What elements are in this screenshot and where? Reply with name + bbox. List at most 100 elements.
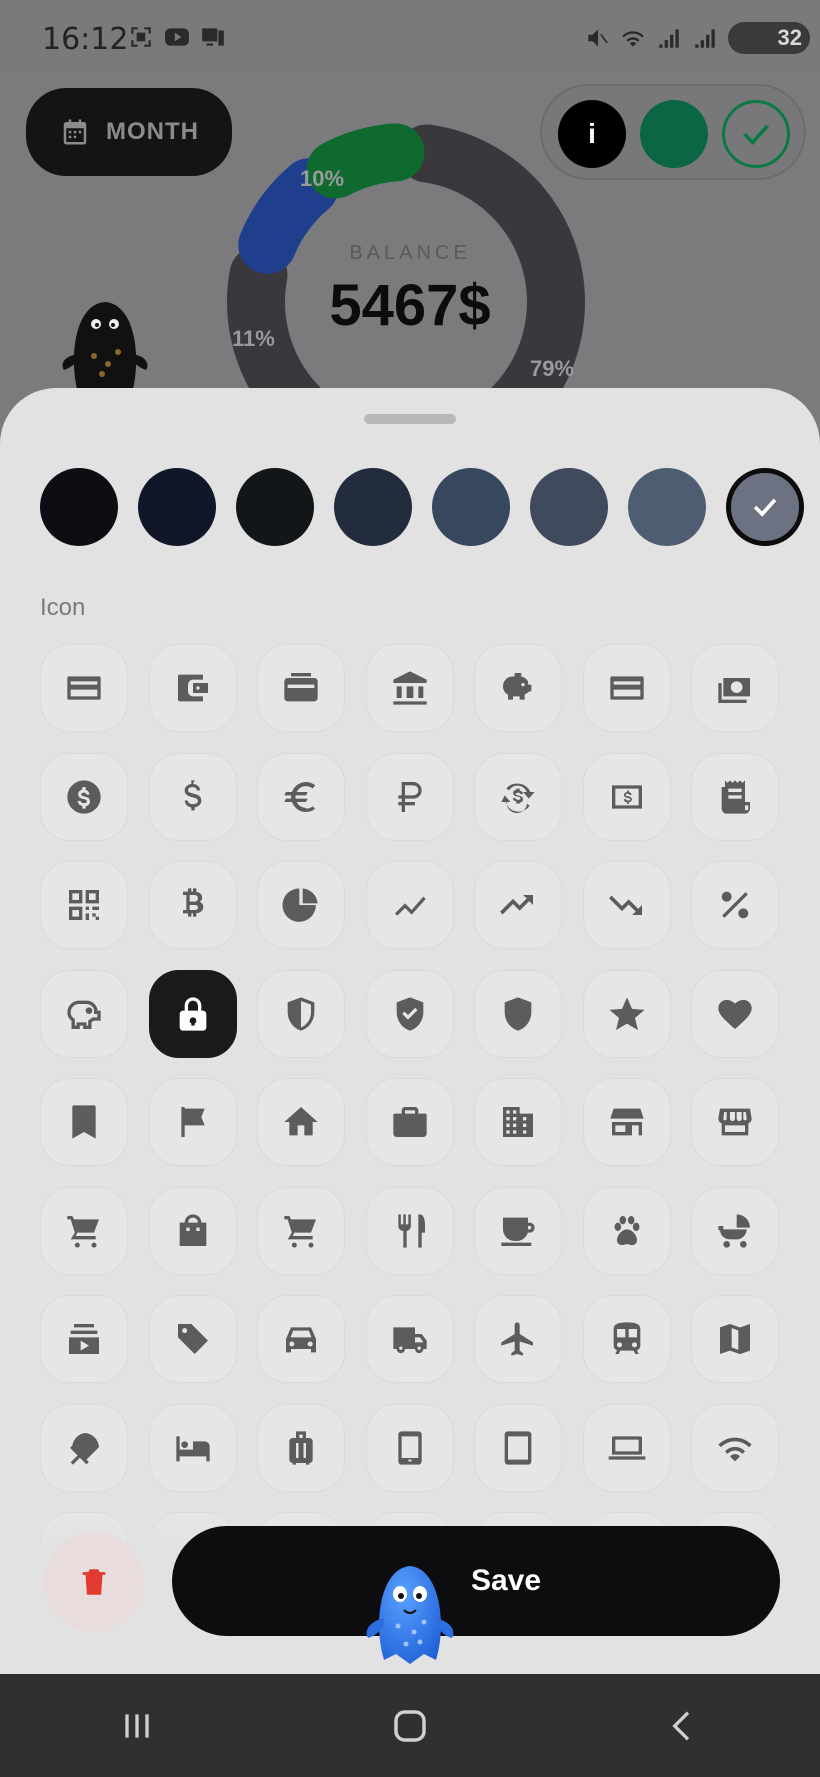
cart-icon (284, 1215, 316, 1248)
bookmark-icon (72, 1105, 96, 1139)
tag-icon (177, 1324, 208, 1354)
icon-option-smartphone[interactable] (365, 1403, 454, 1492)
icon-option-line-chart[interactable] (365, 861, 454, 949)
color-swatch[interactable] (530, 468, 608, 546)
home-button[interactable] (350, 1686, 470, 1766)
calendar-icon (63, 119, 87, 145)
icon-option-car[interactable] (257, 1295, 345, 1383)
icon-option-shopping-bag[interactable] (148, 1186, 237, 1275)
icon-option-cash[interactable] (582, 752, 671, 841)
icon-option-paw[interactable] (582, 1186, 671, 1275)
home-icon (394, 1709, 426, 1742)
icon-option-train[interactable] (582, 1295, 671, 1383)
icon-option-money-stack[interactable] (691, 644, 779, 732)
check-toggle[interactable] (722, 100, 790, 168)
icon-option-ruble[interactable] (365, 752, 454, 841)
recents-button[interactable] (77, 1686, 197, 1766)
icon-option-card[interactable] (582, 644, 671, 732)
color-swatch[interactable] (40, 468, 118, 546)
icon-option-stroller[interactable] (691, 1186, 779, 1275)
dollar-circle-icon (67, 779, 101, 814)
status-right-icons: 32 (584, 22, 810, 54)
icon-option-map[interactable] (691, 1295, 779, 1383)
icon-option-savings[interactable] (40, 969, 128, 1058)
qr-code-icon (69, 890, 99, 920)
icon-option-shopping-cart[interactable] (40, 1186, 128, 1275)
icon-section-label: Icon (40, 594, 86, 621)
icon-option-heart[interactable] (691, 969, 779, 1058)
icon-option-lock[interactable] (148, 969, 237, 1058)
icon-option-bookmark[interactable] (40, 1078, 128, 1166)
icon-option-tag[interactable] (148, 1295, 237, 1383)
icon-option-wifi[interactable] (691, 1403, 779, 1492)
icon-option-bank[interactable] (365, 644, 454, 732)
icon-option-coffee[interactable] (474, 1186, 562, 1275)
icon-option-storefront[interactable] (691, 1078, 779, 1166)
icon-option-tablet[interactable] (474, 1403, 562, 1492)
star-icon (609, 996, 644, 1030)
storefront-icon (718, 1108, 752, 1136)
check-icon (743, 124, 770, 145)
icon-option-laptop[interactable] (582, 1403, 671, 1492)
back-icon (672, 1710, 690, 1741)
icon-option-shield[interactable] (474, 969, 562, 1058)
icon-option-bitcoin[interactable] (148, 861, 237, 949)
icon-option-euro[interactable] (257, 752, 345, 841)
icon-option-credit-card[interactable] (40, 644, 128, 732)
icon-option-trending-down[interactable] (582, 861, 671, 949)
receipt-icon (721, 779, 750, 814)
save-button[interactable]: Save (172, 1526, 780, 1636)
color-swatch[interactable] (432, 468, 510, 546)
icon-option-dollar[interactable] (148, 752, 237, 841)
delete-button[interactable] (44, 1532, 144, 1632)
mute-icon (588, 29, 608, 47)
heart-icon (718, 999, 752, 1029)
color-toggle[interactable] (640, 100, 708, 168)
icon-option-percent[interactable] (691, 861, 779, 949)
icon-option-restaurant[interactable] (365, 1186, 454, 1275)
icon-option-pie-chart[interactable] (257, 861, 345, 949)
color-swatch[interactable] (236, 468, 314, 546)
trash-icon (82, 1569, 106, 1595)
icon-option-wallet-alt[interactable] (257, 644, 345, 732)
color-swatch[interactable] (726, 468, 804, 546)
icon-option-dollar-circle[interactable] (40, 752, 128, 841)
icon-option-store[interactable] (582, 1078, 671, 1166)
icon-option-home[interactable] (257, 1078, 345, 1166)
icon-option-piggy-bank[interactable] (474, 644, 562, 732)
icon-option-bed[interactable] (148, 1403, 237, 1492)
beach-umbrella-icon (70, 1432, 99, 1465)
icon-option-currency-exchange[interactable] (474, 752, 562, 841)
mascot-black (62, 302, 148, 394)
color-swatch[interactable] (334, 468, 412, 546)
line-chart-icon (394, 896, 426, 916)
status-left-icons (128, 24, 226, 50)
icon-option-truck[interactable] (365, 1295, 454, 1383)
icon-option-trending-up[interactable] (474, 861, 562, 949)
icon-option-luggage[interactable] (257, 1403, 345, 1492)
icon-option-flag[interactable] (148, 1078, 237, 1166)
icon-option-qr-code[interactable] (40, 861, 128, 949)
building-icon (503, 1107, 533, 1137)
icon-option-beach-umbrella[interactable] (40, 1403, 128, 1492)
battery-level: 32 (777, 25, 802, 50)
icon-option-building[interactable] (474, 1078, 562, 1166)
icon-option-star[interactable] (582, 969, 671, 1058)
youtube-icon (165, 28, 189, 46)
shopping-cart-icon (67, 1215, 99, 1248)
map-icon (720, 1324, 750, 1355)
bitcoin-icon (182, 888, 203, 917)
icon-option-cart[interactable] (257, 1186, 345, 1275)
icon-option-airplane[interactable] (474, 1295, 562, 1383)
color-swatch[interactable] (138, 468, 216, 546)
icon-option-wallet[interactable] (148, 644, 237, 732)
icon-option-receipt[interactable] (691, 752, 779, 841)
icon-option-subscriptions[interactable] (40, 1295, 128, 1383)
sheet-drag-handle[interactable] (364, 414, 456, 424)
euro-icon (284, 781, 316, 812)
icon-option-shield-check[interactable] (365, 969, 454, 1058)
icon-option-briefcase[interactable] (365, 1078, 454, 1166)
back-button[interactable] (623, 1686, 743, 1766)
color-swatch[interactable] (628, 468, 706, 546)
icon-option-shield-half[interactable] (257, 969, 345, 1058)
